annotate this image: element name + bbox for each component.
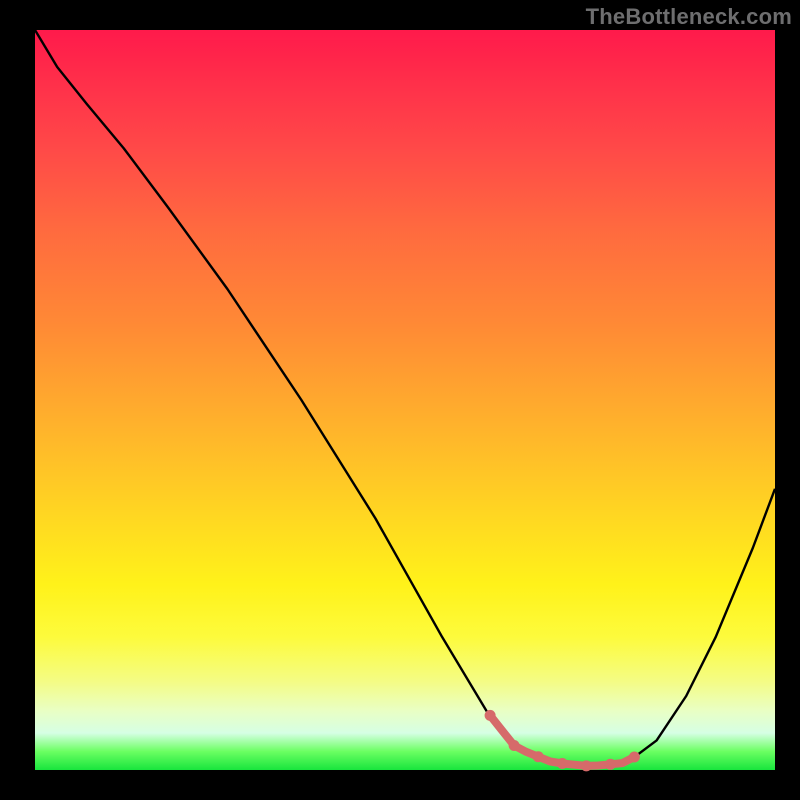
highlight-dot: [557, 758, 568, 769]
bottleneck-curve: [35, 30, 775, 766]
highlight-dot: [581, 760, 592, 771]
watermark-label: TheBottleneck.com: [586, 4, 792, 30]
highlight-dot: [629, 752, 640, 763]
highlight-dot: [485, 710, 496, 721]
highlight-dot: [533, 751, 544, 762]
curve-layer: [35, 30, 775, 770]
highlight-dot: [509, 740, 520, 751]
highlight-dot: [605, 759, 616, 770]
bottleneck-chart: TheBottleneck.com: [0, 0, 800, 800]
plot-area: [35, 30, 775, 770]
